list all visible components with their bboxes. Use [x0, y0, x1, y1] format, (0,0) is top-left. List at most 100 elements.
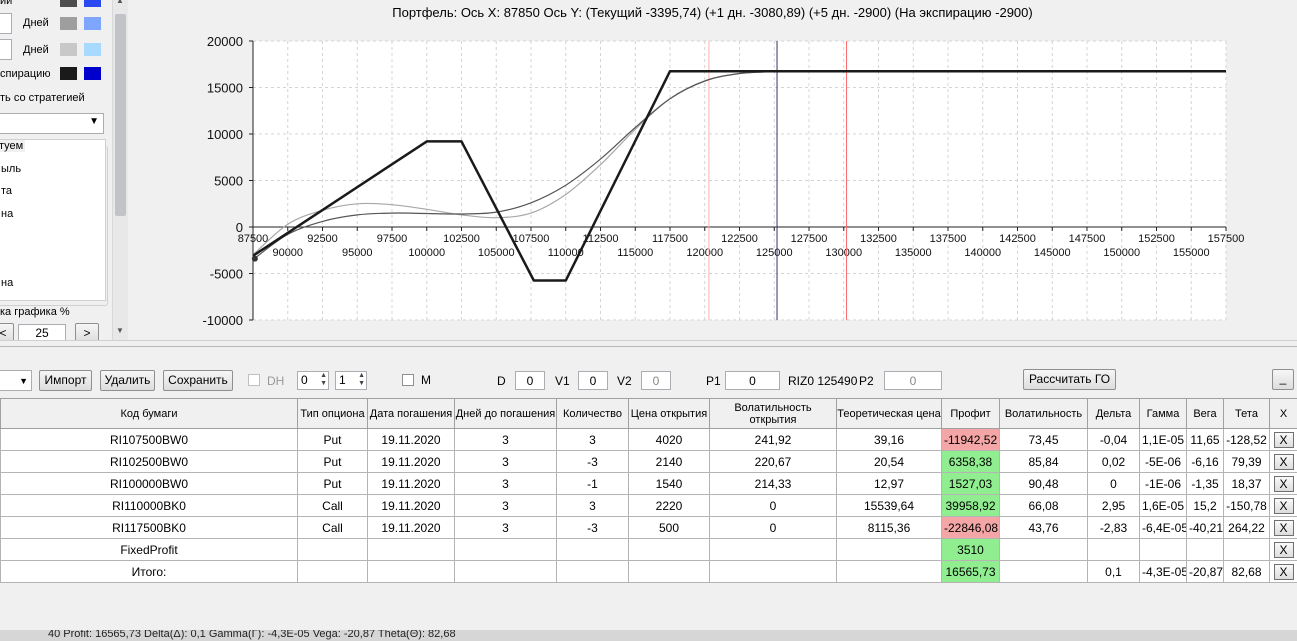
- table-cell[interactable]: 16565,73: [941, 560, 1000, 583]
- delete-row-button[interactable]: X: [1273, 497, 1294, 514]
- table-cell[interactable]: 3: [454, 428, 557, 451]
- table-cell[interactable]: 1527,03: [941, 472, 1000, 495]
- table-cell[interactable]: [367, 538, 455, 561]
- color-swatch[interactable]: [60, 43, 77, 56]
- portfolio-select[interactable]: ▼: [0, 370, 32, 391]
- dh-checkbox[interactable]: [248, 374, 260, 386]
- table-cell[interactable]: 220,67: [709, 450, 837, 473]
- delete-row-button[interactable]: X: [1273, 475, 1294, 492]
- table-cell[interactable]: Итого:: [0, 560, 298, 583]
- table-cell[interactable]: [1087, 538, 1140, 561]
- color-swatch[interactable]: [84, 67, 101, 80]
- table-cell[interactable]: 264,22: [1223, 516, 1270, 539]
- table-cell[interactable]: [999, 560, 1088, 583]
- days-input-2[interactable]: [0, 39, 12, 60]
- table-cell[interactable]: 79,39: [1223, 450, 1270, 473]
- table-cell[interactable]: -40,21: [1186, 516, 1224, 539]
- radio-item[interactable]: та: [1, 185, 12, 197]
- table-cell[interactable]: [1186, 538, 1224, 561]
- table-cell[interactable]: RI102500BW0: [0, 450, 298, 473]
- table-cell[interactable]: -3: [556, 450, 629, 473]
- color-swatch[interactable]: [60, 67, 77, 80]
- scrollbar-thumb[interactable]: [115, 14, 126, 216]
- table-cell[interactable]: 2140: [628, 450, 710, 473]
- column-header[interactable]: Код бумаги: [0, 398, 298, 429]
- column-header[interactable]: Тип опциона: [297, 398, 368, 429]
- table-row[interactable]: Итого: 16565,73 0,1 -4,3E-05 -20,87 82,68 X: [0, 560, 1297, 583]
- table-cell[interactable]: Put: [297, 428, 368, 451]
- table-cell[interactable]: 1,6E-05: [1139, 494, 1187, 517]
- table-cell[interactable]: RI107500BW0: [0, 428, 298, 451]
- table-row[interactable]: RI117500BK0 Call 19.11.2020 3 -3 500 0 8115,36-…: [0, 516, 1297, 539]
- table-cell[interactable]: [709, 538, 837, 561]
- table-row[interactable]: FixedProfit 3510 X: [0, 538, 1297, 561]
- column-header[interactable]: Вега: [1186, 398, 1224, 429]
- column-header[interactable]: Количество: [556, 398, 629, 429]
- m-checkbox[interactable]: [402, 374, 414, 386]
- table-cell[interactable]: 1540: [628, 472, 710, 495]
- table-cell[interactable]: -0,04: [1087, 428, 1140, 451]
- table-cell[interactable]: 19.11.2020: [367, 450, 455, 473]
- table-cell[interactable]: RI110000BK0: [0, 494, 298, 517]
- table-cell[interactable]: 11,65: [1186, 428, 1224, 451]
- spin-input-1[interactable]: 0 ▲ ▼: [297, 371, 329, 390]
- table-cell[interactable]: [836, 538, 942, 561]
- d-input[interactable]: 0: [515, 371, 545, 390]
- table-cell[interactable]: FixedProfit: [0, 538, 298, 561]
- column-header[interactable]: Тета: [1223, 398, 1270, 429]
- delete-button[interactable]: Удалить: [100, 370, 155, 391]
- table-cell[interactable]: 3: [454, 516, 557, 539]
- table-cell[interactable]: 18,37: [1223, 472, 1270, 495]
- table-cell[interactable]: 1,1E-05: [1139, 428, 1187, 451]
- table-cell[interactable]: 3: [556, 494, 629, 517]
- table-cell[interactable]: 3: [556, 428, 629, 451]
- table-cell[interactable]: [556, 560, 629, 583]
- table-cell[interactable]: Put: [297, 450, 368, 473]
- delete-row-button[interactable]: X: [1273, 541, 1294, 558]
- column-header[interactable]: X: [1269, 398, 1297, 429]
- table-cell[interactable]: 73,45: [999, 428, 1088, 451]
- delete-row-button[interactable]: X: [1273, 563, 1294, 580]
- table-cell[interactable]: 0,1: [1087, 560, 1140, 583]
- table-cell[interactable]: RI117500BK0: [0, 516, 298, 539]
- table-cell[interactable]: [628, 538, 710, 561]
- color-swatch[interactable]: [60, 17, 77, 30]
- table-cell[interactable]: -2,83: [1087, 516, 1140, 539]
- import-button[interactable]: Импорт: [39, 370, 92, 391]
- table-cell[interactable]: 39958,92: [941, 494, 1000, 517]
- table-cell[interactable]: 43,76: [999, 516, 1088, 539]
- table-cell[interactable]: [836, 560, 942, 583]
- table-cell[interactable]: 82,68: [1223, 560, 1270, 583]
- table-cell[interactable]: 19.11.2020: [367, 494, 455, 517]
- table-cell[interactable]: 2,95: [1087, 494, 1140, 517]
- table-cell[interactable]: -11942,52: [941, 428, 1000, 451]
- v1-input[interactable]: 0: [578, 371, 608, 390]
- calculate-margin-button[interactable]: Рассчитать ГО: [1023, 369, 1116, 390]
- table-row[interactable]: RI107500BW0 Put 19.11.2020 3 3 4020 241,92 39,1…: [0, 428, 1297, 451]
- table-cell[interactable]: 12,97: [836, 472, 942, 495]
- table-cell[interactable]: -128,52: [1223, 428, 1270, 451]
- table-cell[interactable]: -20,87: [1186, 560, 1224, 583]
- column-header[interactable]: Гамма: [1139, 398, 1187, 429]
- table-cell[interactable]: [628, 560, 710, 583]
- table-row[interactable]: RI102500BW0 Put 19.11.2020 3 -3 2140 220,67 20,…: [0, 450, 1297, 473]
- table-cell[interactable]: 0: [709, 516, 837, 539]
- scroll-down-icon[interactable]: ▼: [116, 326, 124, 335]
- table-cell[interactable]: 4020: [628, 428, 710, 451]
- spin-arrows-icon[interactable]: ▲ ▼: [320, 372, 327, 388]
- column-header[interactable]: Дней до погашения: [454, 398, 557, 429]
- table-cell[interactable]: Put: [297, 472, 368, 495]
- table-cell[interactable]: -3: [556, 516, 629, 539]
- column-header[interactable]: Волатильность открытия: [709, 398, 837, 429]
- table-cell[interactable]: 0,02: [1087, 450, 1140, 473]
- chart-canvas[interactable]: 20000150001000050000-5000-1000087500 9250…: [128, 0, 1297, 340]
- color-swatch[interactable]: [84, 0, 101, 7]
- color-swatch[interactable]: [60, 0, 77, 7]
- table-cell[interactable]: 19.11.2020: [367, 428, 455, 451]
- table-cell[interactable]: 0: [1087, 472, 1140, 495]
- table-cell[interactable]: -150,78: [1223, 494, 1270, 517]
- table-row[interactable]: RI100000BW0 Put 19.11.2020 3 -1 1540 214,33 12,…: [0, 472, 1297, 495]
- table-cell[interactable]: 3: [454, 472, 557, 495]
- scroll-up-icon[interactable]: ▲: [116, 0, 124, 5]
- table-cell[interactable]: 214,33: [709, 472, 837, 495]
